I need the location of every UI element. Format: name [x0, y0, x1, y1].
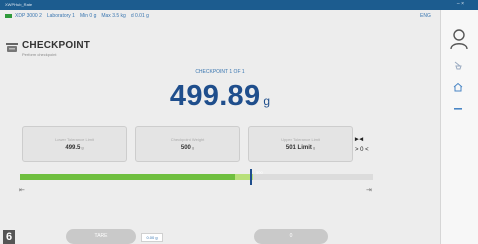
- window-title-bar: XWPHub_Rate – ×: [0, 0, 478, 10]
- upper-limit-value: 501 Limitg: [285, 145, 316, 151]
- zero-button[interactable]: 0: [254, 229, 328, 244]
- lower-limit-value: 499.5g: [65, 145, 84, 151]
- tolerance-indicator-icon: ▸◂: [355, 136, 365, 143]
- checkpoint-weight-label: Checkpoint Weight: [170, 137, 205, 142]
- lower-limit-label: Lower Tolerance Limit: [55, 137, 94, 142]
- upper-limit-label: Upper Tolerance Limit: [281, 137, 320, 142]
- upper-limit-card: Upper Tolerance Limit 501 Limitg: [248, 126, 353, 162]
- user-icon[interactable]: [449, 28, 469, 50]
- min-capacity: Min 0 g: [79, 13, 97, 19]
- scale-max-mark-icon: ⇥: [366, 187, 372, 194]
- laboratory-name: Laboratory 1: [46, 13, 75, 19]
- balance-scale-icon: [6, 43, 18, 52]
- target-marker: [250, 169, 252, 185]
- max-capacity: Max 3.5 kg: [101, 13, 126, 19]
- connection-status-icon: [5, 13, 12, 18]
- checkpoint-weight-card: Checkpoint Weight 500g: [135, 126, 240, 162]
- lower-limit-card: Lower Tolerance Limit 499.5g: [22, 126, 127, 162]
- figure-number: 6: [3, 230, 15, 244]
- progress-fill: [20, 174, 236, 180]
- target-marker-label: 500: [256, 170, 263, 175]
- zero-range-indicator: > 0 <: [355, 147, 369, 153]
- window-title: XWPHub_Rate: [5, 2, 33, 7]
- checkpoint-counter: CHECKPOINT 1 OF 1: [195, 69, 245, 75]
- readability: d 0.01 g: [130, 13, 149, 19]
- window-controls[interactable]: – ×: [457, 1, 464, 7]
- weight-value: 499.89: [169, 80, 261, 112]
- language-selector[interactable]: ENG: [420, 13, 431, 19]
- menu-icon[interactable]: [452, 104, 464, 114]
- page-title: CHECKPOINT: [22, 40, 91, 51]
- page-subtitle: Perform checkpoint: [22, 52, 57, 57]
- scale-min-mark-icon: ⇤: [19, 187, 25, 194]
- weight-progress-bar: [20, 174, 373, 180]
- weight-display: 499.89 g: [0, 80, 440, 113]
- tare-button[interactable]: TARE: [66, 229, 136, 244]
- clean-icon[interactable]: [452, 60, 464, 70]
- home-icon[interactable]: [452, 82, 464, 92]
- tare-value: 0.00 g: [141, 233, 163, 242]
- device-name: XDP 3000 2: [15, 13, 42, 19]
- checkpoint-weight-value: 500g: [180, 145, 195, 151]
- weight-unit: g: [263, 94, 271, 108]
- status-bar: XDP 3000 2 Laboratory 1 Min 0 g Max 3.5 kg d…: [5, 13, 154, 19]
